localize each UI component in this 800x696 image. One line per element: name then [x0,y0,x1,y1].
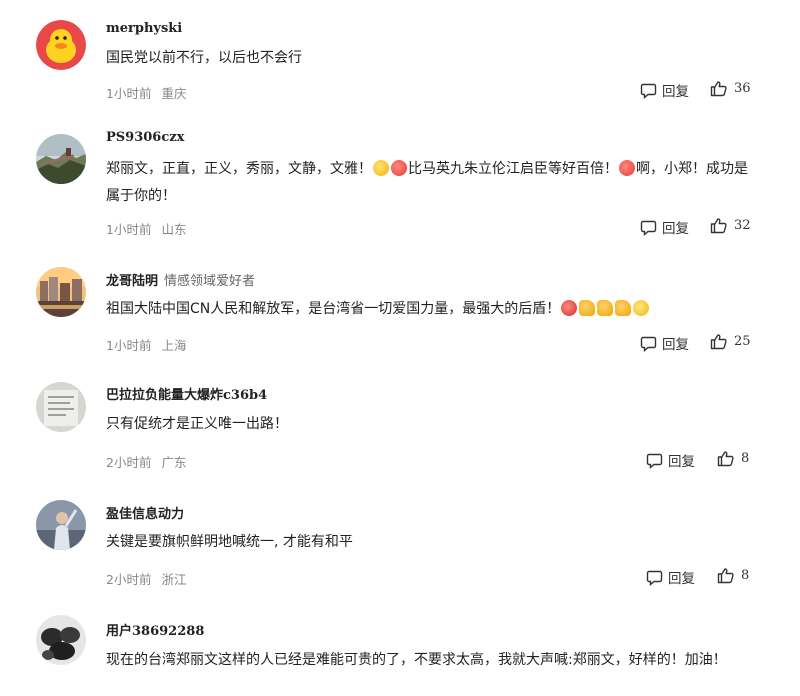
comment-item: 巴拉拉负能量大爆炸c36b4 只有促统才是正义唯一出路！ 2小时前 广东 回复 8 [0,371,800,489]
comment-text-segment: 祖国大陆中国CN人民和解放军，是台湾省一切爱国力量，最强大的后盾！ [106,301,561,317]
comment-item: 龙哥陆明 情感领域爱好者 祖国大陆中国CN人民和解放军，是台湾省一切爱国力量，最强… [0,253,800,371]
thumbs-up-emoji-icon [597,300,614,316]
comment-item: 用户38692288 现在的台湾郑丽文这样的人已经是难能可贵的了，不要求太高，我… [0,605,800,696]
username[interactable]: 龙哥陆明 情感领域爱好者 [106,270,255,289]
comment-item: merphyski 国民党以前不行，以后也不会行 1小时前 重庆 回复 36 [0,0,800,118]
cheer-emoji-icon [391,160,407,176]
like-button[interactable]: 8 [717,567,749,584]
rocks-avatar-icon[interactable] [36,615,86,665]
like-button[interactable]: 8 [717,450,749,467]
comment-location: 山东 [161,222,187,237]
like-count: 8 [741,568,750,583]
comment-item: PS9306czx 郑丽文，正直，正义，秀丽，文静，文雅！ 比马英九朱立伦江启臣等… [0,118,800,253]
comment-time: 1小时前 [106,222,152,237]
comment-icon [646,453,663,469]
reply-label: 回复 [668,571,695,587]
comment-meta: 2小时前 广东 [106,452,186,471]
thumbs-up-icon [717,451,734,467]
cheer-emoji-icon [619,160,635,176]
username[interactable]: PS9306czx [106,130,184,145]
comment-location: 浙江 [161,572,187,587]
comment-meta: 1小时前 重庆 [106,83,186,102]
username[interactable]: 用户38692288 [106,620,204,639]
comment-time: 2小时前 [106,455,152,470]
reply-button[interactable]: 回复 [640,80,689,100]
reply-label: 回复 [668,454,695,470]
reply-label: 回复 [662,221,689,237]
like-count: 8 [741,451,750,466]
comment-icon [640,83,657,99]
comment-text: 现在的台湾郑丽文这样的人已经是难能可贵的了，不要求太高，我就大声喊:郑丽文，好样… [106,652,727,668]
comment-text: 只有促统才是正义唯一出路！ [106,416,288,432]
like-count: 25 [734,334,751,349]
reply-button[interactable]: 回复 [646,567,695,587]
thumbs-up-icon [710,334,727,350]
reply-button[interactable]: 回复 [646,450,695,470]
comment-icon [640,336,657,352]
comment-text: 祖国大陆中国CN人民和解放军，是台湾省一切爱国力量，最强大的后盾！ [106,296,756,323]
thumbs-up-emoji-icon [579,300,596,316]
comment-location: 上海 [161,338,187,353]
city-avatar-icon[interactable] [36,267,86,317]
username-text[interactable]: 龙哥陆明 [106,274,158,289]
comment-meta: 1小时前 山东 [106,219,186,238]
username[interactable]: 盈佳信息动力 [106,503,184,522]
like-button[interactable]: 36 [710,80,751,97]
comment-time: 1小时前 [106,338,152,353]
username[interactable]: 巴拉拉负能量大爆炸c36b4 [106,384,267,403]
duck-avatar-icon[interactable] [36,20,86,70]
comment-text: 关键是要旗帜鲜明地喊统一, 才能有和平 [106,534,353,550]
reply-button[interactable]: 回复 [640,333,689,353]
comment-meta: 1小时前 上海 [106,335,186,354]
comment-text: 国民党以前不行，以后也不会行 [106,50,302,66]
comment-icon [646,570,663,586]
comment-time: 1小时前 [106,86,152,101]
thumbs-up-emoji-icon [615,300,632,316]
like-button[interactable]: 32 [710,217,751,234]
comment-text-segment: 比马英九朱立伦江启臣等好百倍！ [408,161,618,177]
person-avatar-icon[interactable] [36,500,86,550]
document-avatar-icon[interactable] [36,382,86,432]
thumbs-up-icon [717,568,734,584]
comment-meta: 2小时前 浙江 [106,569,186,588]
comment-time: 2小时前 [106,572,152,587]
comment-text: 郑丽文，正直，正义，秀丽，文静，文雅！ 比马英九朱立伦江启臣等好百倍！ 啊，小郑！成… [106,156,756,210]
thumbs-up-icon [710,81,727,97]
comment-item: 盈佳信息动力 关键是要旗帜鲜明地喊统一, 才能有和平 2小时前 浙江 回复 8 [0,489,800,605]
reply-label: 回复 [662,84,689,100]
thumbs-up-icon [710,218,727,234]
grin-emoji-icon [633,300,650,316]
reply-button[interactable]: 回复 [640,217,689,237]
username[interactable]: merphyski [106,21,182,36]
comment-icon [640,220,657,236]
heart-emoji-icon [561,300,578,316]
like-button[interactable]: 25 [710,333,751,350]
user-tag: 情感领域爱好者 [164,274,256,289]
comment-location: 广东 [161,455,187,470]
comment-location: 重庆 [161,86,187,101]
wave-emoji-icon [373,160,389,176]
comment-text-segment: 郑丽文，正直，正义，秀丽，文静，文雅！ [106,161,372,177]
reply-label: 回复 [662,337,689,353]
like-count: 32 [734,218,751,233]
great-wall-avatar-icon[interactable] [36,134,86,184]
like-count: 36 [734,81,751,96]
